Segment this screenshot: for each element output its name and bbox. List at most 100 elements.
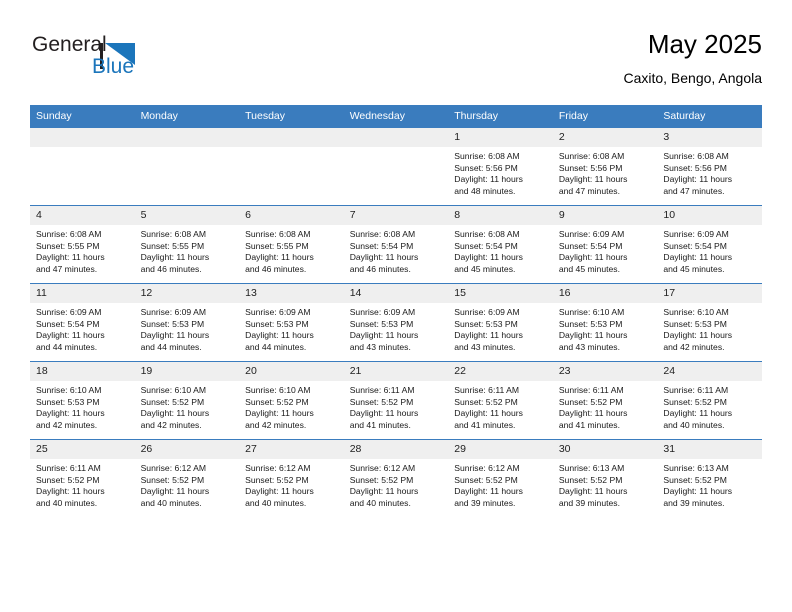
day-cell[interactable]: 17 Sunrise: 6:10 AM Sunset: 5:53 PM Dayl… [657, 283, 762, 362]
daylight-text-line1: Daylight: 11 hours [454, 330, 523, 341]
sunset-text: Sunset: 5:52 PM [245, 474, 309, 485]
sunset-text: Sunset: 5:53 PM [663, 318, 727, 329]
daylight-text-line1: Daylight: 11 hours [558, 252, 628, 263]
sunset-text: Sunset: 5:52 PM [454, 474, 518, 485]
sunrise-text: Sunrise: 6:10 AM [663, 307, 729, 317]
calendar-week-row: 25 Sunrise: 6:11 AM Sunset: 5:52 PM Dayl… [30, 439, 762, 517]
day-cell[interactable]: 31 Sunrise: 6:13 AM Sunset: 5:52 PM Dayl… [657, 439, 762, 517]
day-cell[interactable]: 3 Sunrise: 6:08 AM Sunset: 5:56 PM Dayli… [657, 128, 762, 206]
daylight-text-line2: and 40 minutes. [663, 419, 725, 430]
daylight-text-line1: Daylight: 11 hours [663, 174, 733, 185]
daylight-text-line2: and 45 minutes. [663, 263, 725, 274]
daylight-text-line1: Daylight: 11 hours [663, 486, 733, 497]
daylight-text-line2: and 42 minutes. [36, 419, 98, 430]
day-cell[interactable]: 27 Sunrise: 6:12 AM Sunset: 5:52 PM Dayl… [239, 439, 344, 517]
daylight-text-line2: and 47 minutes. [36, 263, 98, 274]
daylight-text-line2: and 43 minutes. [349, 341, 411, 352]
day-cell[interactable]: 7 Sunrise: 6:08 AM Sunset: 5:54 PM Dayli… [343, 205, 449, 284]
day-number: 12 [134, 284, 240, 303]
sunset-text: Sunset: 5:55 PM [36, 240, 100, 251]
day-cell[interactable]: 11 Sunrise: 6:09 AM Sunset: 5:54 PM Dayl… [30, 283, 135, 362]
sunset-text: Sunset: 5:55 PM [140, 240, 205, 251]
day-number: 4 [30, 206, 135, 225]
day-cell[interactable]: 15 Sunrise: 6:09 AM Sunset: 5:53 PM Dayl… [448, 283, 553, 362]
sunset-text: Sunset: 5:52 PM [349, 396, 414, 407]
day-details: Sunrise: 6:12 AM Sunset: 5:52 PM Dayligh… [135, 459, 240, 509]
day-number: 24 [657, 362, 762, 381]
day-cell[interactable]: 26 Sunrise: 6:12 AM Sunset: 5:52 PM Dayl… [134, 439, 240, 517]
general-blue-logo[interactable]: General Blue [30, 32, 250, 90]
sunset-text: Sunset: 5:52 PM [140, 396, 205, 407]
sunrise-text: Sunrise: 6:09 AM [245, 307, 311, 317]
day-number: 22 [448, 362, 553, 381]
day-number: 26 [134, 440, 240, 459]
day-number: 16 [552, 284, 658, 303]
weekday-header-sunday: Sunday [30, 105, 135, 128]
daylight-text-line1: Daylight: 11 hours [36, 252, 105, 263]
day-number [343, 128, 449, 147]
day-cell[interactable]: 21 Sunrise: 6:11 AM Sunset: 5:52 PM Dayl… [343, 361, 449, 440]
day-cell[interactable]: 22 Sunrise: 6:11 AM Sunset: 5:52 PM Dayl… [448, 361, 553, 440]
day-cell[interactable]: 6 Sunrise: 6:08 AM Sunset: 5:55 PM Dayli… [239, 205, 344, 284]
day-cell[interactable]: 14 Sunrise: 6:09 AM Sunset: 5:53 PM Dayl… [343, 283, 449, 362]
daylight-text-line1: Daylight: 11 hours [140, 486, 210, 497]
day-cell[interactable]: 23 Sunrise: 6:11 AM Sunset: 5:52 PM Dayl… [552, 361, 658, 440]
day-cell[interactable]: 16 Sunrise: 6:10 AM Sunset: 5:53 PM Dayl… [552, 283, 658, 362]
day-cell[interactable]: 1 Sunrise: 6:08 AM Sunset: 5:56 PM Dayli… [448, 128, 553, 206]
daylight-text-line1: Daylight: 11 hours [454, 486, 523, 497]
daylight-text-line1: Daylight: 11 hours [663, 408, 733, 419]
day-number: 30 [552, 440, 658, 459]
day-number: 9 [552, 206, 658, 225]
sunrise-text: Sunrise: 6:09 AM [558, 229, 625, 239]
calendar-table: Sunday Monday Tuesday Wednesday Thursday… [30, 105, 762, 517]
day-details: Sunrise: 6:08 AM Sunset: 5:55 PM Dayligh… [135, 225, 240, 275]
sunset-text: Sunset: 5:54 PM [663, 240, 727, 251]
day-cell[interactable]: 4 Sunrise: 6:08 AM Sunset: 5:55 PM Dayli… [30, 205, 135, 284]
sunrise-text: Sunrise: 6:08 AM [245, 229, 311, 239]
day-details: Sunrise: 6:13 AM Sunset: 5:52 PM Dayligh… [553, 459, 658, 509]
day-details: Sunrise: 6:08 AM Sunset: 5:54 PM Dayligh… [448, 225, 553, 275]
sunset-text: Sunset: 5:52 PM [558, 474, 623, 485]
day-cell[interactable] [30, 128, 135, 206]
page-title: May 2025 [647, 29, 762, 59]
day-number: 8 [448, 206, 553, 225]
sunrise-text: Sunrise: 6:09 AM [140, 307, 207, 317]
daylight-text-line1: Daylight: 11 hours [663, 330, 733, 341]
day-cell[interactable] [239, 128, 344, 206]
day-number [239, 128, 344, 147]
sunset-text: Sunset: 5:52 PM [349, 474, 414, 485]
day-number: 13 [239, 284, 344, 303]
page-header: General Blue May 2025 Caxito, Bengo, Ang… [30, 28, 762, 98]
sunrise-text: Sunrise: 6:09 AM [663, 229, 729, 239]
daylight-text-line2: and 47 minutes. [558, 185, 620, 196]
day-cell[interactable]: 8 Sunrise: 6:08 AM Sunset: 5:54 PM Dayli… [448, 205, 553, 284]
day-number: 23 [552, 362, 658, 381]
sunrise-text: Sunrise: 6:08 AM [663, 151, 729, 161]
day-cell[interactable]: 5 Sunrise: 6:08 AM Sunset: 5:55 PM Dayli… [134, 205, 240, 284]
day-cell[interactable] [134, 128, 240, 206]
weekday-header-friday: Friday [552, 105, 658, 128]
day-cell[interactable]: 18 Sunrise: 6:10 AM Sunset: 5:53 PM Dayl… [30, 361, 135, 440]
sunset-text: Sunset: 5:54 PM [558, 240, 623, 251]
sunrise-text: Sunrise: 6:09 AM [36, 307, 102, 317]
day-cell[interactable]: 28 Sunrise: 6:12 AM Sunset: 5:52 PM Dayl… [343, 439, 449, 517]
daylight-text-line2: and 41 minutes. [558, 419, 620, 430]
day-cell[interactable]: 30 Sunrise: 6:13 AM Sunset: 5:52 PM Dayl… [552, 439, 658, 517]
daylight-text-line2: and 48 minutes. [454, 185, 516, 196]
day-cell[interactable]: 25 Sunrise: 6:11 AM Sunset: 5:52 PM Dayl… [30, 439, 135, 517]
day-cell[interactable]: 24 Sunrise: 6:11 AM Sunset: 5:52 PM Dayl… [657, 361, 762, 440]
weekday-header-thursday: Thursday [448, 105, 553, 128]
day-cell[interactable]: 10 Sunrise: 6:09 AM Sunset: 5:54 PM Dayl… [657, 205, 762, 284]
day-cell[interactable]: 19 Sunrise: 6:10 AM Sunset: 5:52 PM Dayl… [134, 361, 240, 440]
day-cell[interactable]: 9 Sunrise: 6:09 AM Sunset: 5:54 PM Dayli… [552, 205, 658, 284]
day-details: Sunrise: 6:12 AM Sunset: 5:52 PM Dayligh… [344, 459, 449, 509]
sunrise-text: Sunrise: 6:08 AM [454, 151, 520, 161]
day-cell[interactable] [343, 128, 449, 206]
day-cell[interactable]: 12 Sunrise: 6:09 AM Sunset: 5:53 PM Dayl… [134, 283, 240, 362]
day-cell[interactable]: 13 Sunrise: 6:09 AM Sunset: 5:53 PM Dayl… [239, 283, 344, 362]
day-number: 27 [239, 440, 344, 459]
sunrise-text: Sunrise: 6:08 AM [140, 229, 207, 239]
day-cell[interactable]: 2 Sunrise: 6:08 AM Sunset: 5:56 PM Dayli… [552, 128, 658, 206]
day-cell[interactable]: 29 Sunrise: 6:12 AM Sunset: 5:52 PM Dayl… [448, 439, 553, 517]
day-cell[interactable]: 20 Sunrise: 6:10 AM Sunset: 5:52 PM Dayl… [239, 361, 344, 440]
